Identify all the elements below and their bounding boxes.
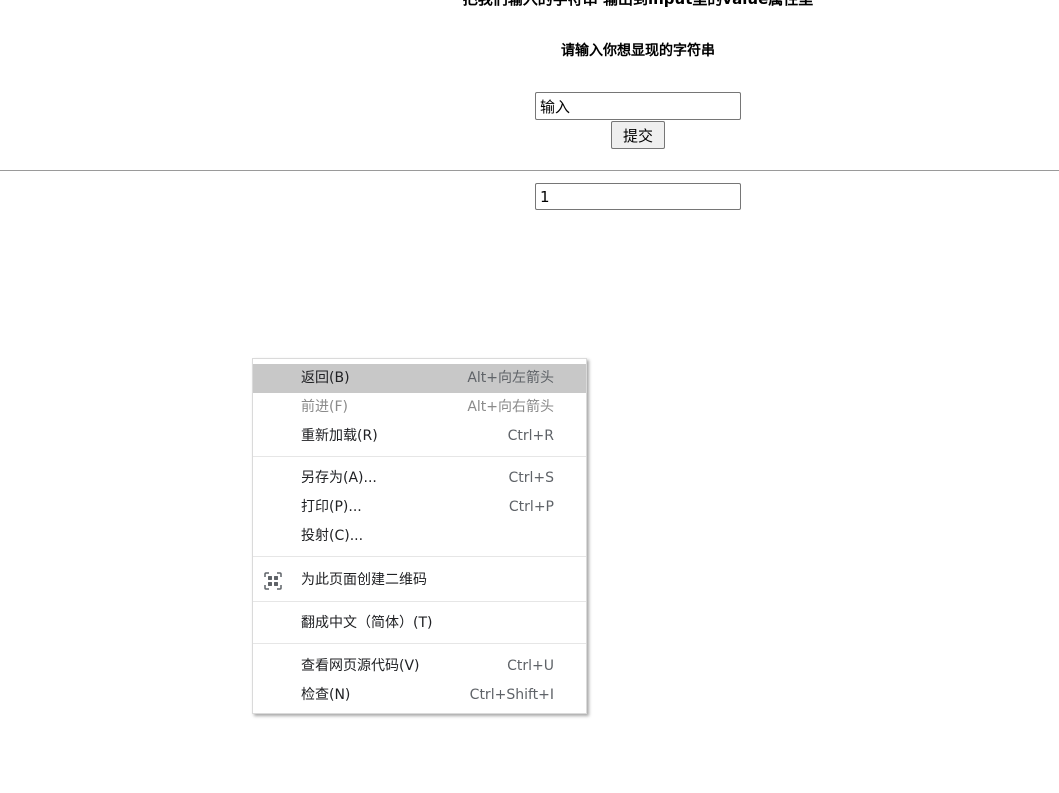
menu-item-cast[interactable]: 投射(C)...	[253, 522, 586, 551]
menu-separator	[253, 456, 586, 457]
menu-separator	[253, 601, 586, 602]
menu-item-shortcut: Ctrl+Shift+I	[469, 687, 554, 703]
menu-item-view-source[interactable]: 查看网页源代码(V) Ctrl+U	[253, 652, 586, 681]
menu-item-shortcut: Ctrl+P	[508, 499, 554, 515]
menu-item-label: 返回(B)	[301, 370, 350, 386]
menu-item-translate[interactable]: 翻成中文（简体）(T)	[253, 609, 586, 638]
menu-item-shortcut: Ctrl+R	[507, 428, 554, 444]
menu-item-label: 前进(F)	[301, 399, 348, 415]
menu-item-label: 为此页面创建二维码	[301, 572, 427, 588]
menu-item-reload[interactable]: 重新加载(R) Ctrl+R	[253, 422, 586, 451]
menu-item-print[interactable]: 打印(P)... Ctrl+P	[253, 493, 586, 522]
menu-item-back[interactable]: 返回(B) Alt+向左箭头	[253, 364, 586, 393]
menu-item-label: 翻成中文（简体）(T)	[301, 615, 433, 631]
menu-item-save-as[interactable]: 另存为(A)... Ctrl+S	[253, 464, 586, 493]
context-menu: 返回(B) Alt+向左箭头 前进(F) Alt+向右箭头 重新加载(R) Ct…	[252, 358, 587, 714]
horizontal-divider	[0, 170, 1059, 171]
menu-item-label: 检查(N)	[301, 687, 351, 703]
string-input[interactable]	[535, 92, 741, 120]
menu-item-shortcut: Alt+向左箭头	[467, 370, 554, 386]
page-heading: 把我们输入的字符串 输出到input里的value属性里	[0, 0, 1059, 9]
menu-item-inspect[interactable]: 检查(N) Ctrl+Shift+I	[253, 681, 586, 710]
menu-separator	[253, 556, 586, 557]
page-subheading: 请输入你想显现的字符串	[561, 43, 715, 59]
menu-item-label: 另存为(A)...	[301, 470, 377, 486]
menu-item-label: 投射(C)...	[301, 528, 364, 544]
menu-item-shortcut: Alt+向右箭头	[467, 399, 554, 415]
menu-item-create-qr-code[interactable]: 为此页面创建二维码	[253, 566, 586, 595]
menu-item-label: 查看网页源代码(V)	[301, 658, 420, 674]
submit-button[interactable]: 提交	[611, 121, 665, 149]
menu-item-label: 打印(P)...	[301, 499, 362, 515]
menu-item-shortcut: Ctrl+U	[507, 658, 554, 674]
qr-code-icon	[264, 572, 282, 590]
menu-item-label: 重新加载(R)	[301, 428, 378, 444]
menu-item-shortcut: Ctrl+S	[508, 470, 554, 486]
result-input[interactable]	[535, 183, 741, 210]
menu-separator	[253, 643, 586, 644]
menu-item-forward[interactable]: 前进(F) Alt+向右箭头	[253, 393, 586, 422]
